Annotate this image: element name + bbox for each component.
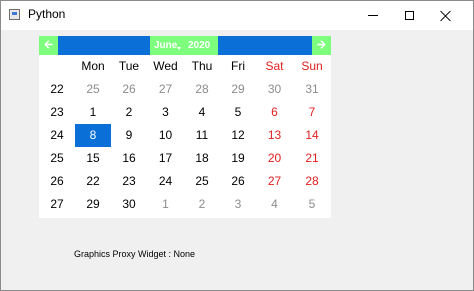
minimize-button[interactable] bbox=[355, 1, 391, 30]
day-cell[interactable]: 30 bbox=[111, 193, 147, 216]
week-row: 26 22 23 24 25 26 27 28 bbox=[39, 170, 331, 193]
week-row: 23 1 2 3 4 5 6 7 bbox=[39, 101, 331, 124]
weekday-header: Mon bbox=[81, 59, 105, 73]
week-number: 26 bbox=[50, 174, 64, 188]
day-cell[interactable]: 29 bbox=[75, 193, 111, 216]
week-row: 25 15 16 17 18 19 20 21 bbox=[39, 147, 331, 170]
minimize-icon bbox=[368, 15, 378, 16]
window-title: Python bbox=[28, 7, 66, 21]
day-cell[interactable]: 5 bbox=[220, 101, 256, 124]
day-cell[interactable]: 11 bbox=[184, 124, 220, 147]
week-row: 22 25 26 27 28 29 30 31 bbox=[39, 78, 331, 101]
day-cell[interactable]: 28 bbox=[184, 78, 220, 101]
day-cell[interactable]: 13 bbox=[256, 124, 293, 147]
day-cell[interactable]: 12 bbox=[220, 124, 256, 147]
day-cell[interactable]: 1 bbox=[147, 193, 184, 216]
day-cell[interactable]: 3 bbox=[147, 101, 184, 124]
calendar-navigation-bar: 🡨 June 2020 🡪 bbox=[39, 36, 331, 55]
day-cell[interactable]: 10 bbox=[147, 124, 184, 147]
day-cell[interactable]: 24 bbox=[147, 170, 184, 193]
week-number: 23 bbox=[50, 105, 64, 119]
day-cell[interactable]: 20 bbox=[256, 147, 293, 170]
day-cell[interactable]: 6 bbox=[256, 101, 293, 124]
chevron-down-icon bbox=[177, 47, 181, 50]
day-cell[interactable]: 17 bbox=[147, 147, 184, 170]
day-cell[interactable]: 31 bbox=[293, 78, 331, 101]
day-cell[interactable]: 18 bbox=[184, 147, 220, 170]
day-cell[interactable]: 9 bbox=[111, 124, 147, 147]
week-number: 22 bbox=[50, 82, 64, 96]
maximize-button[interactable] bbox=[391, 1, 427, 30]
day-cell[interactable]: 28 bbox=[293, 170, 331, 193]
arrow-right-icon: 🡪 bbox=[317, 39, 326, 51]
day-cell[interactable]: 4 bbox=[184, 101, 220, 124]
day-cell[interactable]: 25 bbox=[75, 78, 111, 101]
day-cell[interactable]: 16 bbox=[111, 147, 147, 170]
app-window-icon bbox=[9, 9, 20, 20]
close-icon bbox=[440, 10, 452, 22]
day-cell[interactable]: 21 bbox=[293, 147, 331, 170]
month-dropdown-button[interactable]: June bbox=[154, 36, 177, 55]
weekday-header: Fri bbox=[231, 59, 245, 73]
day-cell[interactable]: 2 bbox=[184, 193, 220, 216]
day-cell[interactable]: 7 bbox=[293, 101, 331, 124]
week-number: 25 bbox=[50, 151, 64, 165]
weekday-header: Sat bbox=[265, 59, 284, 73]
day-cell[interactable]: 5 bbox=[293, 193, 331, 216]
weekday-header: Thu bbox=[191, 59, 213, 73]
day-cell[interactable]: 3 bbox=[220, 193, 256, 216]
year-spinbox[interactable]: 2020 bbox=[188, 36, 210, 55]
day-cell[interactable]: 1 bbox=[75, 101, 111, 124]
maximize-icon bbox=[404, 11, 414, 20]
day-cell[interactable]: 4 bbox=[256, 193, 293, 216]
week-number: 27 bbox=[50, 197, 64, 211]
weekday-header: Sun bbox=[301, 59, 323, 73]
day-cell[interactable]: 14 bbox=[293, 124, 331, 147]
week-row: 24 8 9 10 11 12 13 14 bbox=[39, 124, 331, 147]
day-cell[interactable]: 29 bbox=[220, 78, 256, 101]
weekday-header: Wed bbox=[153, 59, 178, 73]
weekday-header: Tue bbox=[118, 59, 140, 73]
app-window: Python 🡨 June 2020 🡪 Mon Tue Wed Thu Fri… bbox=[0, 0, 474, 291]
day-cell[interactable]: 27 bbox=[256, 170, 293, 193]
week-row: 27 29 30 1 2 3 4 5 bbox=[39, 193, 331, 216]
close-button[interactable] bbox=[428, 1, 464, 30]
day-cell[interactable]: 26 bbox=[111, 78, 147, 101]
arrow-left-icon: 🡨 bbox=[44, 39, 53, 51]
day-cell[interactable]: 26 bbox=[220, 170, 256, 193]
weekday-header-row: Mon Tue Wed Thu Fri Sat Sun bbox=[39, 55, 331, 78]
next-month-button[interactable]: 🡪 bbox=[312, 36, 331, 55]
previous-month-button[interactable]: 🡨 bbox=[39, 36, 58, 55]
selected-day-cell[interactable]: 8 bbox=[75, 124, 111, 147]
day-cell[interactable]: 2 bbox=[111, 101, 147, 124]
day-cell[interactable]: 27 bbox=[147, 78, 184, 101]
title-bar[interactable]: Python bbox=[1, 1, 473, 30]
week-number: 24 bbox=[50, 128, 64, 142]
calendar-widget: 🡨 June 2020 🡪 Mon Tue Wed Thu Fri Sat Su… bbox=[39, 36, 331, 218]
day-cell[interactable]: 19 bbox=[220, 147, 256, 170]
month-year-selector: June 2020 bbox=[150, 36, 218, 55]
day-cell[interactable]: 30 bbox=[256, 78, 293, 101]
day-cell[interactable]: 25 bbox=[184, 170, 220, 193]
day-cell[interactable]: 15 bbox=[75, 147, 111, 170]
day-cell[interactable]: 22 bbox=[75, 170, 111, 193]
day-cell[interactable]: 23 bbox=[111, 170, 147, 193]
graphics-proxy-label: Graphics Proxy Widget : None bbox=[74, 249, 196, 259]
